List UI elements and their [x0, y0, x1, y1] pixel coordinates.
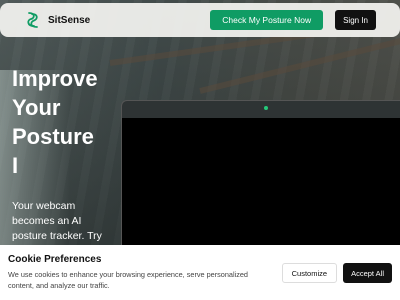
hero-title-line: Your [12, 95, 61, 120]
hero-title: Improve Your Posture I [12, 64, 112, 180]
logo[interactable]: SitSense [26, 11, 90, 29]
hero-title-line: I [12, 153, 19, 178]
check-posture-button[interactable]: Check My Posture Now [210, 10, 324, 30]
sign-in-button[interactable]: Sign In [335, 10, 376, 30]
webcam-indicator-icon [264, 106, 268, 110]
hero-title-line: Improve [12, 66, 98, 91]
hero-subtitle-line: posture tracker. Try [12, 230, 102, 242]
brand-name: SitSense [48, 14, 91, 26]
hero-subtitle-line: Your webcam [12, 200, 76, 212]
navbar: SitSense Check My Posture Now Sign In [0, 3, 400, 37]
sitsense-logo-icon [27, 12, 38, 28]
accept-all-cookies-button[interactable]: Accept All [343, 263, 392, 283]
cookie-banner-text: We use cookies to enhance your browsing … [8, 270, 248, 290]
webcam-preview-screen [122, 118, 400, 259]
hero-subtitle-line: becomes an AI [12, 215, 82, 227]
hero-subtitle: Your webcam becomes an AI posture tracke… [12, 199, 102, 244]
cookie-banner: Cookie Preferences We use cookies to enh… [0, 245, 400, 300]
hero-title-line: Posture [12, 124, 94, 149]
customize-cookies-button[interactable]: Customize [281, 263, 338, 283]
cookie-actions: Customize Accept All [281, 263, 392, 283]
laptop-mockup [121, 100, 400, 260]
